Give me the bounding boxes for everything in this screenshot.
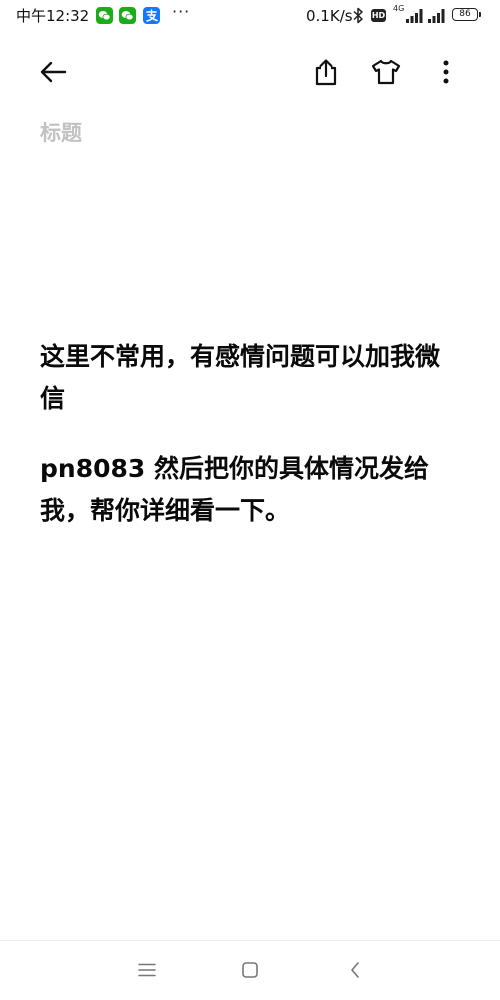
note-title-input[interactable]: 标题 <box>40 117 82 149</box>
status-time: 中午12:32 <box>16 7 90 25</box>
home-button[interactable] <box>232 953 268 987</box>
more-vertical-icon <box>443 60 449 84</box>
arrow-left-icon <box>40 61 67 83</box>
signal-strength-icon <box>428 8 446 27</box>
system-back-button[interactable] <box>337 953 373 987</box>
wechat-notification-icon <box>96 7 113 24</box>
theme-button[interactable] <box>366 52 406 92</box>
share-icon <box>315 59 337 86</box>
tshirt-icon <box>371 59 401 85</box>
note-paragraph: 这里不常用，有感情问题可以加我微信 <box>40 342 441 413</box>
wechat-notification-icon <box>119 7 136 24</box>
chevron-left-icon <box>351 962 359 978</box>
nav-divider <box>0 940 500 941</box>
alipay-notification-icon <box>143 7 160 24</box>
back-button[interactable] <box>33 52 73 92</box>
network-speed: 0.1K/s <box>306 7 353 25</box>
status-bar: 中午12:32 ··· 0.1K/s HD 4G 86 <box>0 0 500 32</box>
network-type: 4G <box>393 4 405 13</box>
menu-icon <box>138 963 156 977</box>
share-button[interactable] <box>306 52 346 92</box>
battery-icon: 86 <box>452 8 481 21</box>
hd-voice-badge: HD <box>371 9 386 22</box>
battery-level: 86 <box>459 9 471 19</box>
signal-strength-icon <box>406 8 424 27</box>
more-notifications-icon: ··· <box>172 2 191 21</box>
square-home-icon <box>242 962 258 978</box>
note-body-editor[interactable]: 这里不常用，有感情问题可以加我微信 pn8083 然后把你的具体情况发给我，帮你… <box>40 336 464 560</box>
bluetooth-icon <box>352 7 364 28</box>
note-paragraph: pn8083 然后把你的具体情况发给我，帮你详细看一下。 <box>40 454 429 525</box>
more-options-button[interactable] <box>426 52 466 92</box>
recent-apps-button[interactable] <box>129 953 165 987</box>
